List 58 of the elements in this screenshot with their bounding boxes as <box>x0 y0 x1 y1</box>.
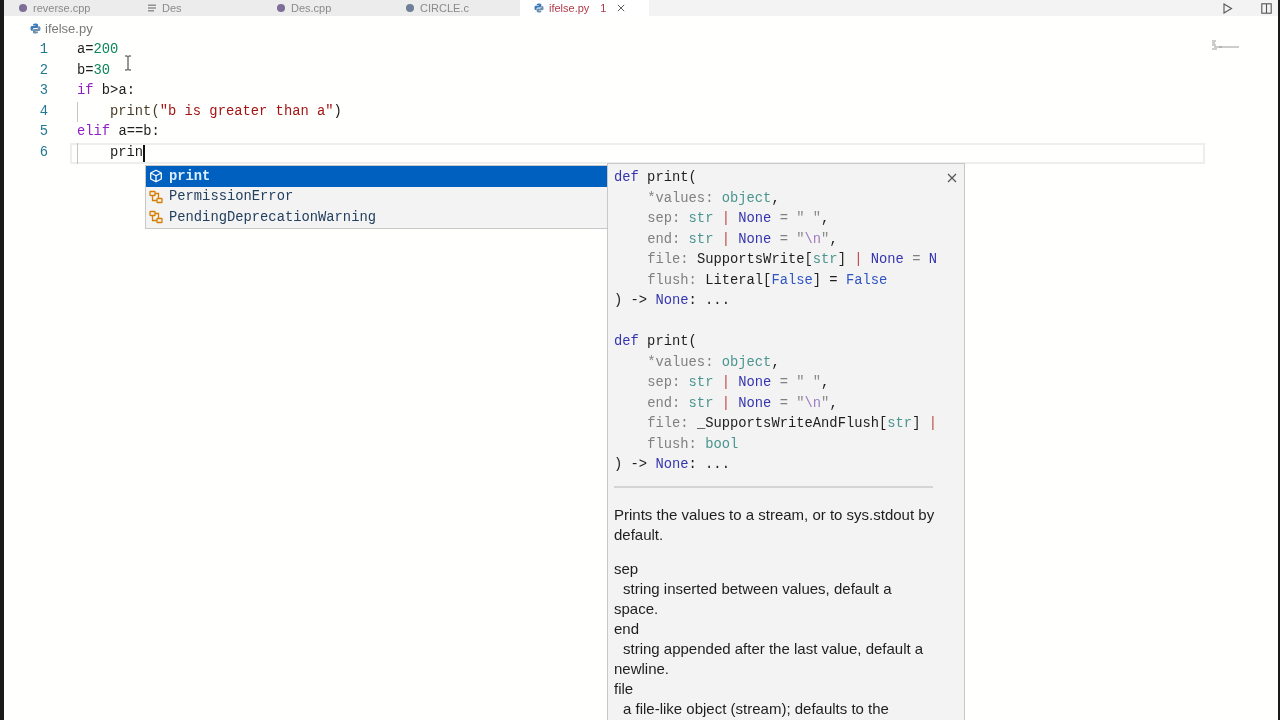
file-icon <box>18 3 28 13</box>
close-icon[interactable] <box>617 4 626 12</box>
signature-line: def print( <box>614 169 697 187</box>
ibeam-pointer-icon <box>124 55 132 71</box>
editor-tab[interactable]: Des <box>133 0 262 16</box>
param-name: end <box>614 618 641 639</box>
file-icon <box>276 3 286 13</box>
python-file-icon <box>534 3 544 13</box>
signature-line: sep: str | None = " ", <box>646 374 830 392</box>
split-editor-icon[interactable] <box>1261 2 1272 14</box>
signature-line: *values: object, <box>646 353 780 372</box>
signature-line: file: SupportsWrite[str] | None = N <box>646 251 937 269</box>
minimap-drawing <box>1210 40 1240 50</box>
signature-line: *values: object, <box>646 189 780 208</box>
signature-line: end: str | None = "\n", <box>646 230 838 249</box>
param-description: string appended after the last value, default a newline. <box>614 638 925 679</box>
signature-line: end: str | None = "\n", <box>646 394 838 413</box>
param-description: a file-like object (stream); defaults to the <box>622 698 890 719</box>
suggestion-item[interactable]: PermissionError <box>146 186 607 207</box>
signature-line: ) -> None: ... <box>614 292 730 310</box>
suggestion-item[interactable]: PendingDeprecationWarning <box>146 207 607 228</box>
editor-tab[interactable]: Des.cpp <box>262 0 391 16</box>
doc-summary: Prints the values to a stream, or to sys.stdout by default. <box>614 504 936 545</box>
text-cursor-icon <box>143 144 146 162</box>
code-line: elif a==b: <box>77 123 160 142</box>
editor-tab[interactable]: ifelse.py 1 <box>520 0 649 16</box>
code-line: prin <box>77 142 144 164</box>
line-number: 4 <box>38 102 49 121</box>
code-line: print("b is greater than a") <box>77 101 342 123</box>
python-file-icon <box>30 22 41 34</box>
param-name: file <box>614 678 635 699</box>
signature-line: ) -> None: ... <box>614 456 730 474</box>
editor-tab[interactable]: CIRCLE.c <box>391 0 520 16</box>
param-name: sep <box>614 558 640 579</box>
code-line: b=30 <box>77 61 111 80</box>
play-icon[interactable] <box>1222 2 1233 14</box>
file-icon <box>405 3 415 13</box>
code-line: if b>a: <box>77 82 135 101</box>
signature-line: flush: bool <box>646 435 739 454</box>
signature-line: sep: str | None = " ", <box>646 210 830 228</box>
editor-tab[interactable]: reverse.cpp <box>4 0 133 16</box>
suggestion-item[interactable]: print <box>146 166 607 187</box>
cube-icon <box>149 169 163 184</box>
signature-line: def print( <box>614 333 697 351</box>
breadcrumb-file[interactable]: ifelse.py <box>45 20 93 36</box>
code-line: a=200 <box>77 41 119 59</box>
signature-line: file: _SupportsWriteAndFlush[str] | <box>646 415 937 433</box>
signature-line: flush: Literal[False] = False <box>646 271 888 290</box>
class-icon <box>149 210 163 225</box>
line-number: 6 <box>38 143 49 162</box>
param-description: string inserted between values, default a space. <box>614 578 893 619</box>
class-icon <box>149 189 163 204</box>
line-number: 2 <box>38 61 49 80</box>
text-file-icon <box>147 3 157 13</box>
line-number: 3 <box>38 82 49 101</box>
close-icon[interactable] <box>947 173 957 183</box>
line-number: 1 <box>38 41 49 59</box>
line-number: 5 <box>38 123 49 142</box>
